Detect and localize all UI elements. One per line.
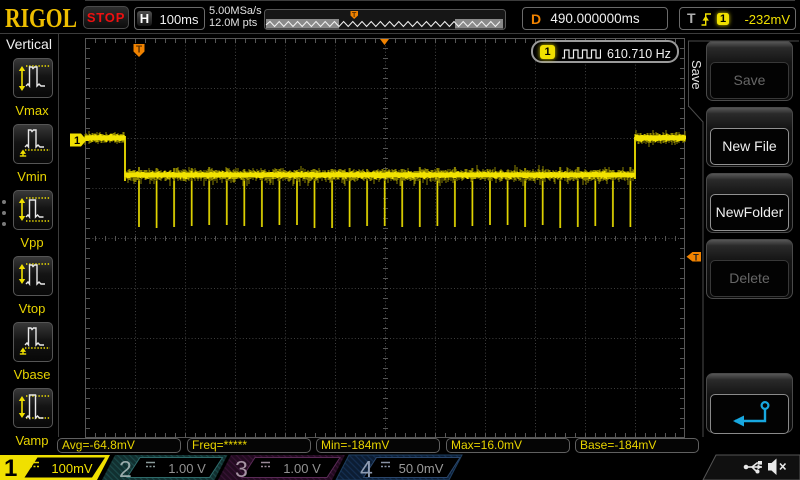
svg-text:T: T [693, 253, 699, 263]
svg-text:T: T [352, 12, 357, 19]
svg-text:1: 1 [74, 135, 80, 147]
svg-text:T: T [136, 45, 142, 56]
